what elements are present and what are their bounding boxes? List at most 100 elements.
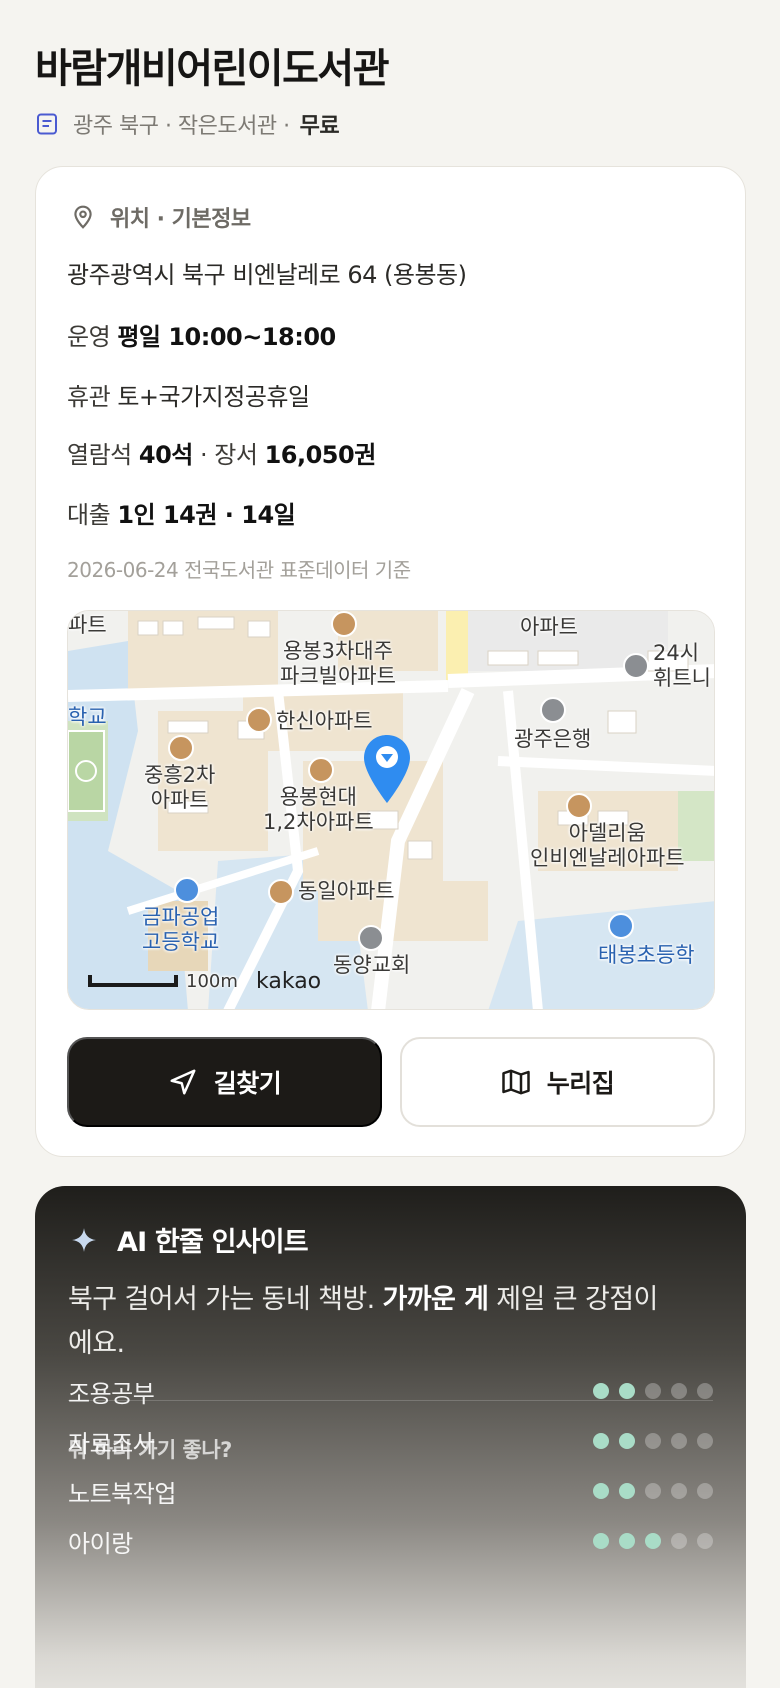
data-source: 2026-06-24 전국도서관 표준데이터 기준 xyxy=(67,558,411,582)
rating-dots xyxy=(593,1383,713,1399)
section-title: 위치 · 기본정보 xyxy=(110,207,251,232)
ai-insight-title: AI 한줄 인사이트 xyxy=(117,1227,309,1258)
map-label-school-left: 학교 xyxy=(68,705,107,729)
rating-dot-filled xyxy=(593,1383,609,1399)
map-scale-bar xyxy=(88,975,178,987)
activity-label: 자료조사 xyxy=(68,1429,155,1458)
seats-value: 40석 xyxy=(138,441,193,469)
rating-dot-filled xyxy=(593,1483,609,1499)
map-label-taebong: 태봉초등학 xyxy=(598,943,695,967)
map-label-hyundai: 용봉현대 1,2차아파트 xyxy=(263,785,374,835)
map-label-apartment-top: 아파트 xyxy=(520,615,578,639)
navigation-arrow-icon xyxy=(170,1069,196,1095)
rating-dot-filled xyxy=(593,1533,609,1549)
church-poi-icon[interactable] xyxy=(358,925,384,951)
map-label-geumpa: 금파공업 고등학교 xyxy=(142,905,220,955)
rating-dot-empty xyxy=(671,1383,687,1399)
activity-row: 조용공부 xyxy=(68,1376,713,1408)
school-poi-icon[interactable] xyxy=(174,877,200,903)
rating-dot-empty xyxy=(671,1533,687,1549)
document-icon xyxy=(37,113,57,135)
rating-dot-filled xyxy=(619,1533,635,1549)
rating-dot-empty xyxy=(645,1483,661,1499)
map-scale-text: 100m xyxy=(186,971,238,992)
loan-row: 대출 1인 14권 · 14일 xyxy=(67,495,296,530)
rating-dot-empty xyxy=(671,1483,687,1499)
ai-insight-card: AI 한줄 인사이트 북구 걸어서 가는 동네 책방. 가까운 게 제일 큰 강… xyxy=(35,1186,746,1688)
ai-text-part1: 북구 걸어서 가는 동네 책방. xyxy=(68,1284,375,1315)
map-label-whitney: 24시 휘트니 xyxy=(653,641,711,691)
activity-label: 아이랑 xyxy=(68,1529,133,1558)
loan-value: 1인 14권 · 14일 xyxy=(117,501,296,529)
hours-value: 평일 10:00~18:00 xyxy=(117,323,336,351)
activity-label: 조용공부 xyxy=(68,1379,155,1408)
loan-label: 대출 xyxy=(67,501,111,529)
rating-dot-empty xyxy=(645,1433,661,1449)
directions-button[interactable]: 길찾기 xyxy=(67,1037,382,1127)
rating-dot-empty xyxy=(697,1483,713,1499)
hours-row: 운영 평일 10:00~18:00 xyxy=(67,317,336,352)
closed-row: 휴관 토+국가지정공휴일 xyxy=(67,377,310,412)
bank-poi-icon[interactable] xyxy=(540,697,566,723)
website-label: 누리집 xyxy=(546,1070,615,1098)
closed-value: 토+국가지정공휴일 xyxy=(117,383,310,411)
map-label-jungheung: 중흥2차 아파트 xyxy=(144,763,216,813)
capacity-row: 열람석 40석 · 장서 16,050권 xyxy=(67,435,376,470)
map-fold-icon xyxy=(501,1069,530,1095)
rating-dot-empty xyxy=(671,1433,687,1449)
seats-label: 열람석 xyxy=(67,441,132,469)
ai-text-highlight: 가까운 게 xyxy=(382,1284,489,1315)
rating-dots xyxy=(593,1483,713,1499)
sparkle-icon xyxy=(72,1227,96,1252)
map-marker-icon[interactable] xyxy=(361,733,413,805)
dongil-poi-icon[interactable] xyxy=(268,879,294,905)
page-title: 바람개비어린이도서관 xyxy=(35,46,390,92)
map-label-hanshin: 한신아파트 xyxy=(276,709,373,733)
location-map[interactable]: 파트 용봉3차대주 파크빌아파트 아파트 24시 휘트니 학교 한신아파트 광주… xyxy=(67,610,715,1010)
region-type-text: 광주 북구 · 작은도서관 · xyxy=(73,114,290,139)
activity-row: 자료조사 xyxy=(68,1426,713,1458)
rating-dot-filled xyxy=(619,1383,635,1399)
ai-insight-header: AI 한줄 인사이트 xyxy=(71,1220,309,1259)
rating-dots xyxy=(593,1533,713,1549)
hanshin-poi-icon[interactable] xyxy=(246,707,272,733)
rating-dot-empty xyxy=(697,1433,713,1449)
activity-label: 노트북작업 xyxy=(68,1479,176,1508)
rating-dot-empty xyxy=(697,1383,713,1399)
map-label-church: 동양교회 xyxy=(333,953,411,977)
rating-dot-empty xyxy=(645,1383,661,1399)
rating-dot-empty xyxy=(697,1533,713,1549)
map-label-yongbong3: 용봉3차대주 파크빌아파트 xyxy=(280,639,396,689)
map-label-apartment-left: 파트 xyxy=(68,613,107,637)
gym-poi-icon[interactable] xyxy=(623,653,649,679)
activity-row: 아이랑 xyxy=(68,1526,713,1558)
map-label-gwangju-bank: 광주은행 xyxy=(514,727,592,751)
activity-row: 노트북작업 xyxy=(68,1476,713,1508)
map-label-adelium: 아델리움 인비엔날레아파트 xyxy=(530,821,685,871)
books-label: · 장서 xyxy=(200,441,258,469)
map-attribution: kakao xyxy=(256,969,322,994)
rating-dots xyxy=(593,1433,713,1449)
location-pin-icon xyxy=(74,205,92,229)
closed-label: 휴관 xyxy=(67,383,111,411)
info-section-header: 위치 · 기본정보 xyxy=(70,201,251,233)
apartment-poi-icon[interactable] xyxy=(331,611,357,637)
hyundai-poi-icon[interactable] xyxy=(308,757,334,783)
map-label-dongil: 동일아파트 xyxy=(298,879,395,903)
directions-label: 길찾기 xyxy=(213,1070,282,1098)
ai-insight-text: 북구 걸어서 가는 동네 책방. 가까운 게 제일 큰 강점이에요. xyxy=(68,1278,668,1366)
address: 광주광역시 북구 비엔날레로 64 (용봉동) xyxy=(67,261,467,289)
rating-dot-filled xyxy=(645,1533,661,1549)
hours-label: 운영 xyxy=(67,323,111,351)
jungheung-poi-icon[interactable] xyxy=(168,735,194,761)
website-button[interactable]: 누리집 xyxy=(400,1037,715,1127)
taebong-poi-icon[interactable] xyxy=(608,913,634,939)
rating-dot-filled xyxy=(619,1433,635,1449)
fee-badge: 무료 xyxy=(299,114,340,139)
rating-dot-filled xyxy=(593,1433,609,1449)
info-card: 위치 · 기본정보 광주광역시 북구 비엔날레로 64 (용봉동) 운영 평일 … xyxy=(35,166,746,1157)
library-meta: 광주 북구 · 작은도서관 · 무료 xyxy=(35,108,340,140)
adelium-poi-icon[interactable] xyxy=(566,793,592,819)
rating-dot-filled xyxy=(619,1483,635,1499)
books-value: 16,050권 xyxy=(264,441,377,469)
